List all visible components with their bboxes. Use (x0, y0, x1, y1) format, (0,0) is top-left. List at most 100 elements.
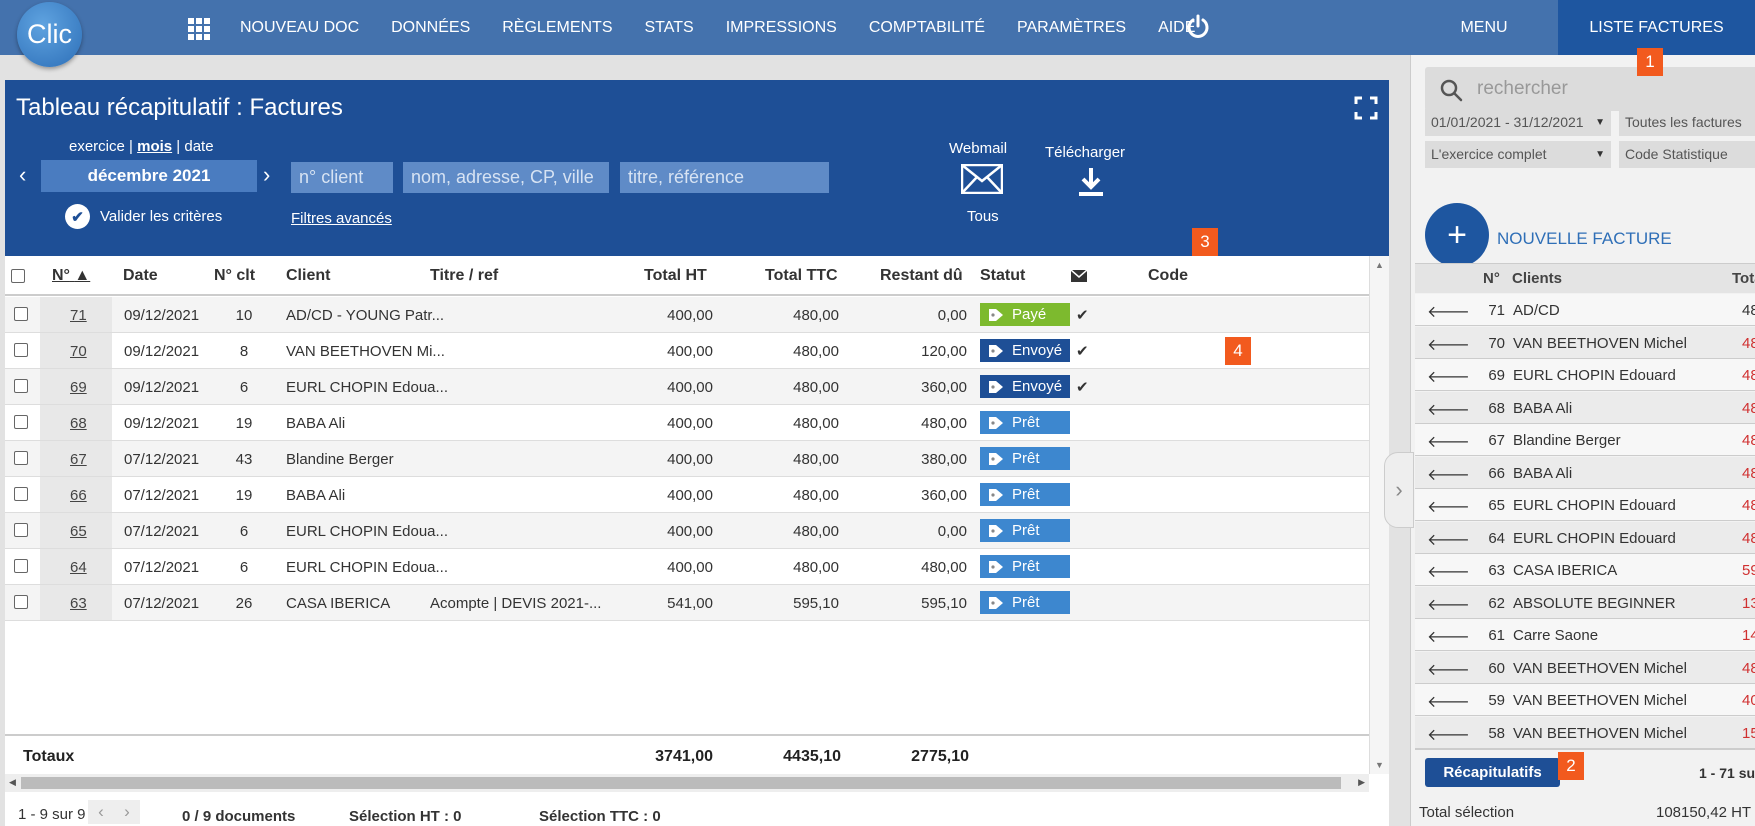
arrow-left-icon[interactable]: 🡐 (1427, 431, 1470, 452)
header-num[interactable]: N° ▲ (52, 267, 90, 285)
table-row[interactable]: 66 07/12/2021 19 BABA Ali 400,00 480,00 360,00… (5, 477, 1369, 513)
arrow-left-icon[interactable]: 🡐 (1427, 301, 1470, 322)
arrow-left-icon[interactable]: 🡐 (1427, 399, 1470, 420)
header-date[interactable]: Date (123, 267, 158, 285)
envelope-icon[interactable] (1071, 270, 1087, 282)
webmail-all-label[interactable]: Tous (967, 208, 999, 225)
status-badge[interactable]: Payé (980, 303, 1070, 326)
nav-nouveau-doc[interactable]: NOUVEAU DOC (240, 19, 359, 37)
arrow-left-icon[interactable]: 🡐 (1427, 334, 1470, 355)
list-item[interactable]: 🡐 64 EURL CHOPIN Edouard 480,00 (1415, 521, 1755, 554)
client-number-input[interactable]: n° client (291, 162, 393, 193)
invoice-search-input[interactable]: rechercher (1425, 67, 1755, 111)
header-total-ttc[interactable]: Total TTC (765, 267, 838, 285)
select-all-checkbox[interactable] (11, 269, 25, 283)
header-nclt[interactable]: N° clt (214, 267, 255, 285)
table-row[interactable]: 64 07/12/2021 6 EURL CHOPIN Edoua... 400,00 4… (5, 549, 1369, 585)
arrow-left-icon[interactable]: 🡐 (1427, 659, 1470, 680)
row-checkbox[interactable] (14, 487, 28, 501)
status-badge[interactable]: Prêt (980, 447, 1070, 470)
arrow-left-icon[interactable]: 🡐 (1427, 626, 1470, 647)
header-client[interactable]: Client (286, 267, 330, 285)
arrow-left-icon[interactable]: 🡐 (1427, 496, 1470, 517)
list-item[interactable]: 🡐 65 EURL CHOPIN Edouard 480,00 (1415, 489, 1755, 521)
row-checkbox[interactable] (14, 379, 28, 393)
exercice-select[interactable]: L'exercice complet ▼ (1425, 141, 1611, 168)
scroll-thumb[interactable] (21, 777, 1341, 789)
table-row[interactable]: 65 07/12/2021 6 EURL CHOPIN Edoua... 400,00 4… (5, 513, 1369, 549)
mode-date[interactable]: date (184, 138, 213, 155)
row-checkbox[interactable] (14, 595, 28, 609)
list-item[interactable]: 🡐 68 BABA Ali 480,00 (1415, 391, 1755, 424)
invoice-number-link[interactable]: 69 (70, 379, 87, 396)
arrow-left-icon[interactable]: 🡐 (1427, 561, 1470, 582)
address-input[interactable]: nom, adresse, CP, ville (403, 162, 609, 193)
list-item[interactable]: 🡐 63 CASA IBERICA 595,10 (1415, 554, 1755, 586)
status-badge[interactable]: Envoyé (980, 375, 1070, 398)
list-item[interactable]: 🡐 67 Blandine Berger 480,00 (1415, 424, 1755, 456)
mode-exercice[interactable]: exercice (69, 138, 125, 155)
nav-stats[interactable]: STATS (645, 19, 694, 37)
row-checkbox[interactable] (14, 415, 28, 429)
table-row[interactable]: 67 07/12/2021 43 Blandine Berger 400,00 480,0… (5, 441, 1369, 477)
period-select[interactable]: 01/01/2021 - 31/12/2021 ▼ (1425, 109, 1611, 136)
next-page-button[interactable]: › (114, 800, 140, 824)
invoice-number-link[interactable]: 68 (70, 415, 87, 432)
fullscreen-icon[interactable] (1354, 96, 1378, 120)
row-checkbox[interactable] (14, 343, 28, 357)
arrow-left-icon[interactable]: 🡐 (1427, 529, 1470, 550)
invoice-number-link[interactable]: 67 (70, 451, 87, 468)
arrow-left-icon[interactable]: 🡐 (1427, 366, 1470, 387)
header-code[interactable]: Code (1148, 267, 1188, 285)
row-checkbox[interactable] (14, 451, 28, 465)
tab-liste-factures[interactable]: LISTE FACTURES (1558, 0, 1755, 55)
table-row[interactable]: 68 09/12/2021 19 BABA Ali 400,00 480,00 480,00… (5, 405, 1369, 441)
row-checkbox[interactable] (14, 559, 28, 573)
nav-parametres[interactable]: PARAMÈTRES (1017, 19, 1126, 37)
status-badge[interactable]: Prêt (980, 555, 1070, 578)
scroll-down-icon[interactable]: ▼ (1375, 760, 1384, 770)
status-badge[interactable]: Prêt (980, 519, 1070, 542)
apps-grid-icon[interactable] (188, 18, 210, 40)
table-row[interactable]: 71 09/12/2021 10 AD/CD - YOUNG Patr... 400,0… (5, 297, 1369, 333)
header-total-ht[interactable]: Total HT (644, 267, 707, 285)
row-checkbox[interactable] (14, 523, 28, 537)
invoice-number-link[interactable]: 64 (70, 559, 87, 576)
header-statut[interactable]: Statut (980, 267, 1025, 285)
code-select[interactable]: Code Statistique (1619, 141, 1755, 168)
recapitulatifs-button[interactable]: Récapitulatifs (1425, 758, 1560, 787)
new-invoice-button[interactable]: + (1425, 203, 1489, 267)
table-row[interactable]: 69 09/12/2021 6 EURL CHOPIN Edoua... 400,00 4… (5, 369, 1369, 405)
list-item[interactable]: 🡐 70 VAN BEETHOVEN Michel 480,00 (1415, 326, 1755, 359)
header-restant[interactable]: Restant dû (880, 267, 963, 285)
next-month-icon[interactable]: › (263, 162, 270, 188)
arrow-left-icon[interactable]: 🡐 (1427, 724, 1470, 745)
list-item[interactable]: 🡐 69 EURL CHOPIN Edouard 480,00 (1415, 359, 1755, 391)
invoice-number-link[interactable]: 66 (70, 487, 87, 504)
scroll-left-icon[interactable]: ◀ (9, 777, 16, 788)
list-item[interactable]: 🡐 61 Carre Saone 1440,00 (1415, 619, 1755, 651)
arrow-left-icon[interactable]: 🡐 (1427, 691, 1470, 712)
power-icon[interactable] (1185, 14, 1211, 40)
nav-comptabilite[interactable]: COMPTABILITÉ (869, 19, 985, 37)
invoice-number-link[interactable]: 71 (70, 307, 87, 324)
current-month[interactable]: décembre 2021 (41, 160, 257, 192)
list-item[interactable]: 🡐 58 VAN BEETHOVEN Michel 1500,00 (1415, 716, 1755, 749)
mail-icon[interactable] (961, 164, 1003, 194)
validate-criteria-button[interactable]: ✔ Valider les critères (65, 204, 222, 229)
scroll-up-icon[interactable]: ▲ (1375, 260, 1384, 270)
arrow-left-icon[interactable]: 🡐 (1427, 594, 1470, 615)
scroll-right-icon[interactable]: ▶ (1358, 777, 1365, 788)
invoice-number-link[interactable]: 65 (70, 523, 87, 540)
list-item[interactable]: 🡐 59 VAN BEETHOVEN Michel 4020,00 (1415, 684, 1755, 716)
status-badge[interactable]: Prêt (980, 411, 1070, 434)
list-item[interactable]: 🡐 60 VAN BEETHOVEN Michel 480,00 (1415, 651, 1755, 684)
status-badge[interactable]: Envoyé (980, 339, 1070, 362)
list-item[interactable]: 🡐 71 AD/CD 480,00 (1415, 294, 1755, 326)
horizontal-scrollbar[interactable]: ◀ ▶ (5, 774, 1369, 792)
arrow-left-icon[interactable]: 🡐 (1427, 464, 1470, 485)
table-row[interactable]: 70 09/12/2021 8 VAN BEETHOVEN Mi... 400,00 48… (5, 333, 1369, 369)
nav-donnees[interactable]: DONNÉES (391, 19, 470, 37)
status-badge[interactable]: Prêt (980, 483, 1070, 506)
title-reference-input[interactable]: titre, référence (620, 162, 829, 193)
